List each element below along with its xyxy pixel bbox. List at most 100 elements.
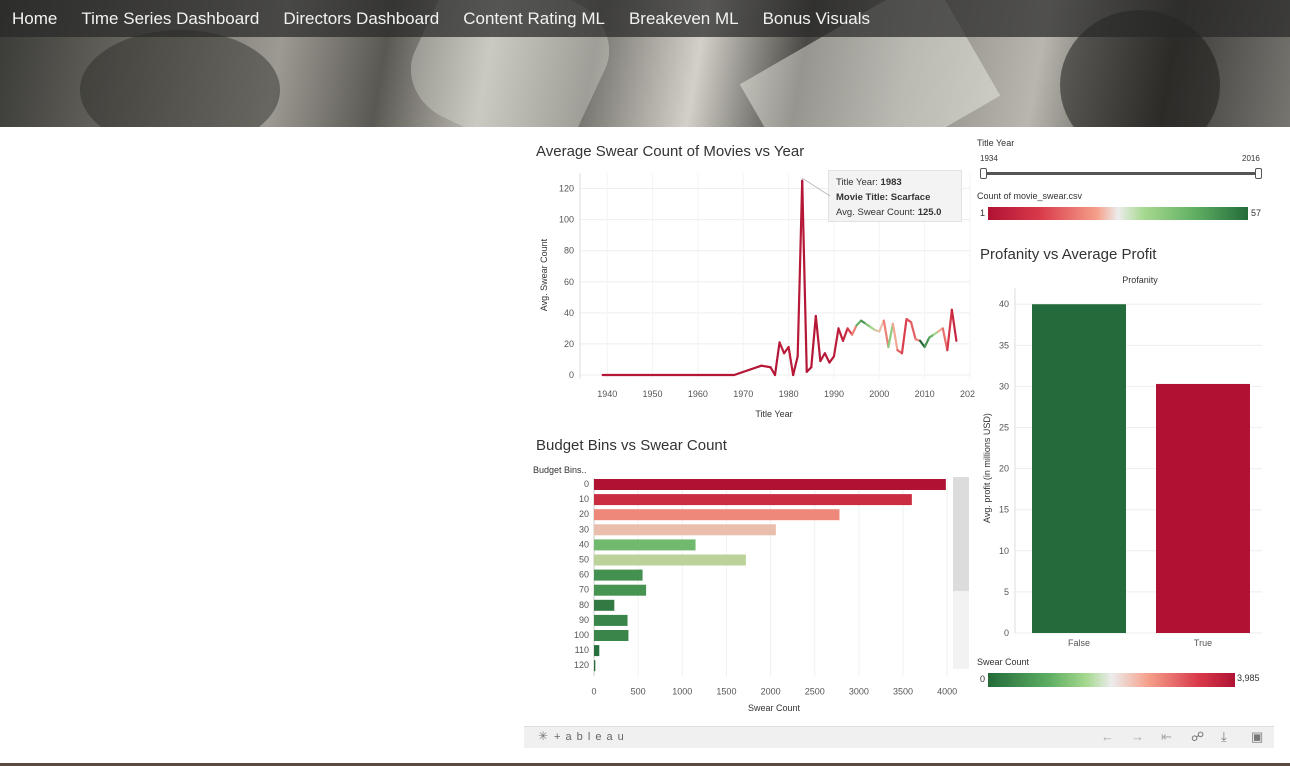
fullscreen-icon[interactable]: ▣ (1251, 729, 1263, 745)
profit-chart-ytick: 30 (999, 381, 1009, 391)
line-chart-xtick: 1950 (643, 389, 663, 399)
bar-chart-bar[interactable] (594, 569, 643, 581)
line-chart-segment[interactable] (787, 345, 795, 377)
line-chart-ytick: 60 (564, 277, 574, 287)
bar-chart-xtick: 0 (591, 686, 596, 696)
tableau-toolbar: ✳ + a b l e a u ← → ⇤ ☍ ⤓ ▣ (524, 726, 1274, 748)
line-chart-xtick: 2020 (960, 389, 975, 399)
line-chart-segment[interactable] (823, 352, 831, 364)
bar-chart-scrollbar[interactable] (953, 477, 969, 669)
line-chart-segment[interactable] (837, 327, 845, 342)
line-chart-xtick: 1970 (733, 389, 753, 399)
bar-chart-xtick: 2000 (761, 686, 781, 696)
nav-directors-dashboard[interactable]: Directors Dashboard (283, 9, 439, 29)
bar-chart-xtick: 1000 (672, 686, 692, 696)
line-chart-segment[interactable] (832, 327, 840, 358)
line-chart-xtick: 1940 (597, 389, 617, 399)
bar-chart-bar[interactable] (594, 509, 840, 521)
line-chart-ytick: 40 (564, 308, 574, 318)
line-chart-segment[interactable] (733, 364, 763, 377)
line-chart-ytick: 120 (559, 184, 574, 194)
line-chart-segment[interactable] (882, 319, 890, 349)
profit-chart-ytick: 15 (999, 505, 1009, 515)
profit-chart-bar[interactable] (1032, 304, 1126, 633)
count-legend-min: 1 (980, 208, 986, 218)
budget-bar-chart[interactable]: 0 500 1000 1500 2000 2500 3000 3500 4000 0 10 20 30… (530, 475, 975, 720)
line-chart-xtick: 1960 (688, 389, 708, 399)
line-chart-xtick: 2010 (915, 389, 935, 399)
bar-chart-xlabel: Swear Count (748, 703, 801, 713)
bar-chart-bar[interactable] (594, 660, 596, 672)
share-icon[interactable]: ☍ (1191, 729, 1204, 745)
line-chart-segment[interactable] (810, 314, 817, 369)
bar-chart-bar[interactable] (594, 554, 746, 566)
year-slider-right-handle[interactable] (1255, 168, 1262, 179)
bar-chart-category-label: 0 (584, 479, 589, 489)
line-chart-segment[interactable] (801, 179, 808, 373)
year-slider-track[interactable] (982, 172, 1260, 175)
bar-chart-bar[interactable] (594, 494, 912, 506)
line-chart-segment[interactable] (841, 327, 849, 342)
swear-legend-label: Swear Count (977, 657, 1030, 667)
year-slider-left-handle[interactable] (980, 168, 987, 179)
count-legend-max: 57 (1251, 208, 1262, 218)
line-chart-segment[interactable] (792, 355, 799, 377)
bar-chart-header: Budget Bins.. (533, 465, 587, 475)
bar-chart-bar[interactable] (594, 584, 647, 596)
bar-chart-xtick: 3000 (849, 686, 869, 696)
bar-chart-bar[interactable] (594, 479, 946, 490)
line-chart-segment[interactable] (923, 336, 931, 349)
year-filter-label: Title Year (977, 138, 1015, 148)
bar-chart-category-label: 90 (579, 615, 589, 625)
bar-chart-xtick: 500 (631, 686, 646, 696)
bar-chart-bar[interactable] (594, 524, 776, 536)
bar-chart-category-label: 20 (579, 509, 589, 519)
bar-chart-category-label: 120 (574, 660, 589, 670)
bar-chart-scroll-thumb[interactable] (953, 477, 969, 591)
profit-chart[interactable]: Profanity 0 5 10 15 20 25 30 35 40 False True Avg… (980, 268, 1275, 653)
profit-chart-ytick: 35 (999, 340, 1009, 350)
revert-icon[interactable]: ⇤ (1161, 729, 1172, 745)
line-chart-segment[interactable] (760, 364, 772, 369)
year-filter-max: 2016 (1242, 154, 1260, 163)
year-filter-min: 1934 (980, 154, 998, 163)
line-chart-segment[interactable] (773, 341, 781, 377)
profit-chart-ylabel: Avg. profit (in millions USD) (982, 413, 992, 523)
bar-chart-bar[interactable] (594, 539, 696, 551)
count-legend-label: Count of movie_swear.csv (977, 191, 1083, 201)
undo-icon[interactable]: ← (1101, 729, 1114, 744)
line-chart-xtick: 2000 (869, 389, 889, 399)
profit-chart-category-label: True (1194, 638, 1212, 648)
profit-chart-bar[interactable] (1156, 383, 1250, 633)
bar-chart-category-label: 100 (574, 630, 589, 640)
line-chart-segment[interactable] (814, 314, 822, 363)
line-chart-segment[interactable] (850, 324, 858, 336)
line-chart-segment[interactable] (796, 179, 804, 358)
bar-chart-category-label: 110 (575, 645, 589, 655)
tooltip-movie-row: Movie Title: Scarface (836, 190, 961, 205)
bar-chart-bar[interactable] (594, 599, 615, 611)
bar-chart-bar[interactable] (594, 630, 629, 641)
bar-chart-category-label: 70 (579, 585, 589, 595)
bar-chart-bar[interactable] (594, 645, 600, 657)
line-chart-segment[interactable] (891, 322, 899, 352)
nav-home[interactable]: Home (12, 9, 57, 29)
redo-icon[interactable]: → (1131, 729, 1144, 744)
profit-chart-ytick: 25 (999, 423, 1009, 433)
tooltip-year-label: Title Year: (836, 177, 878, 188)
download-icon[interactable]: ⤓ (1221, 729, 1227, 745)
line-chart-segment[interactable] (950, 308, 958, 342)
line-chart-segment[interactable] (909, 321, 917, 341)
banner-image-shape (80, 30, 280, 127)
line-chart-segment[interactable] (900, 317, 908, 355)
nav-breakeven-ml[interactable]: Breakeven ML (629, 9, 739, 29)
bar-chart-category-label: 30 (579, 524, 589, 534)
nav-time-series-dashboard[interactable]: Time Series Dashboard (81, 9, 259, 29)
nav-bonus-visuals[interactable]: Bonus Visuals (763, 9, 870, 29)
profit-chart-category-label: False (1068, 638, 1090, 648)
nav-content-rating-ml[interactable]: Content Rating ML (463, 9, 605, 29)
bar-chart-bar[interactable] (594, 614, 628, 626)
line-chart-xtick: 1980 (779, 389, 799, 399)
profit-chart-ytick: 0 (1004, 628, 1009, 638)
line-chart-segment[interactable] (828, 355, 836, 364)
